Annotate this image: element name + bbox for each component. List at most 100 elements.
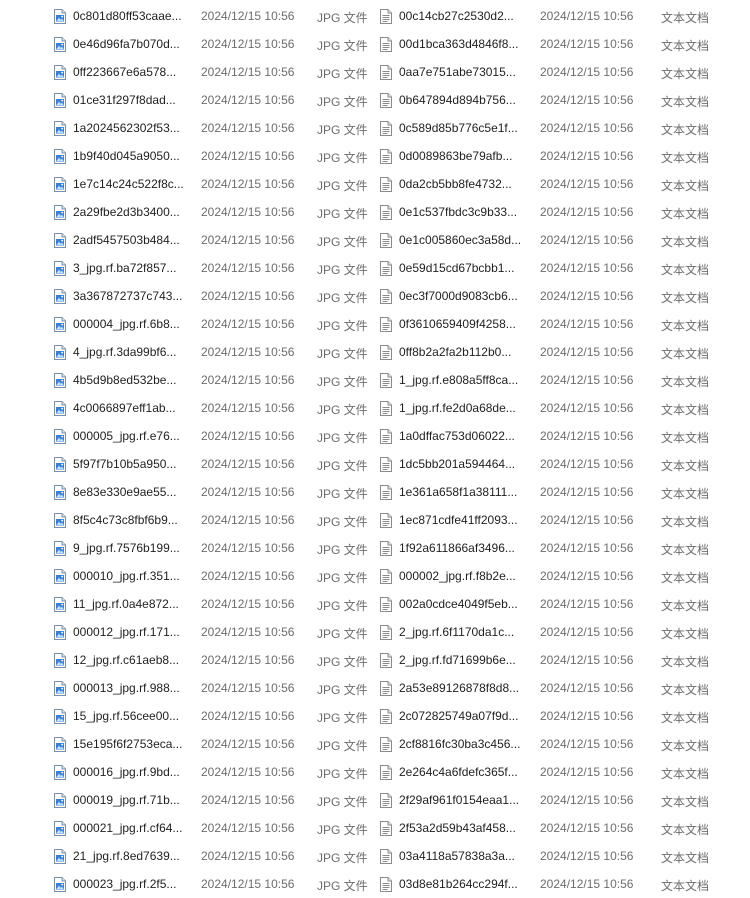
jpg-file-row[interactable]: 4c0066897eff1ab... 2024/12/15 10:56 JPG 文件 — [54, 394, 374, 422]
jpg-file-row[interactable]: 000016_jpg.rf.9bd... 2024/12/15 10:56 JPG … — [54, 758, 374, 786]
text-file-row[interactable]: 0f3610659409f4258... 2024/12/15 10:56 文本文档 — [380, 310, 750, 338]
jpg-file-row[interactable]: 000023_jpg.rf.2f5... 2024/12/15 10:56 JPG … — [54, 870, 374, 898]
file-modified-date: 2024/12/15 10:56 — [201, 765, 295, 779]
text-file-row[interactable]: 00d1bca363d4846f8... 2024/12/15 10:56 文本文档 — [380, 30, 750, 58]
jpg-file-row[interactable]: 000013_jpg.rf.988... 2024/12/15 10:56 JPG … — [54, 674, 374, 702]
jpg-file-row[interactable]: 15_jpg.rf.56cee00... 2024/12/15 10:56 JPG … — [54, 702, 374, 730]
jpg-file-row[interactable]: 21_jpg.rf.8ed7639... 2024/12/15 10:56 JPG … — [54, 842, 374, 870]
file-name: 1a2024562302f53... — [73, 121, 180, 135]
jpg-file-row[interactable]: 8e83e330e9ae55... 2024/12/15 10:56 JPG 文件 — [54, 478, 374, 506]
text-file-row[interactable]: 1f92a611866af3496... 2024/12/15 10:56 文本文档 — [380, 534, 750, 562]
text-document-icon — [380, 289, 392, 304]
text-file-row[interactable]: 0da2cb5bb8fe4732... 2024/12/15 10:56 文本文档 — [380, 170, 750, 198]
text-file-row[interactable]: 1_jpg.rf.fe2d0a68de... 2024/12/15 10:56 文本… — [380, 394, 750, 422]
file-type: 文本文档 — [661, 263, 710, 277]
text-file-row[interactable]: 0ff8b2a2fa2b112b0... 2024/12/15 10:56 文本文档 — [380, 338, 750, 366]
jpg-file-row[interactable]: 000010_jpg.rf.351... 2024/12/15 10:56 JPG … — [54, 562, 374, 590]
text-file-row[interactable]: 000002_jpg.rf.f8b2e... 2024/12/15 10:56 文本… — [380, 562, 750, 590]
file-name: 0e59d15cd67bcbb1... — [399, 261, 515, 275]
file-name: 2a29fbe2d3b3400... — [73, 205, 180, 219]
file-name: 1ec871cdfe41ff2093... — [399, 513, 518, 527]
jpg-file-row[interactable]: 4b5d9b8ed532be... 2024/12/15 10:56 JPG 文件 — [54, 366, 374, 394]
file-type: JPG 文件 — [317, 291, 368, 305]
file-name: 11_jpg.rf.0a4e872... — [73, 597, 179, 611]
jpg-file-row[interactable]: 3_jpg.rf.ba72f857... 2024/12/15 10:56 JPG … — [54, 254, 374, 282]
file-modified-date: 2024/12/15 10:56 — [201, 597, 295, 611]
jpg-file-row[interactable]: 0e46d96fa7b070d... 2024/12/15 10:56 JPG 文件 — [54, 30, 374, 58]
jpg-file-row[interactable]: 12_jpg.rf.c61aeb8... 2024/12/15 10:56 JPG … — [54, 646, 374, 674]
jpg-file-row[interactable]: 000005_jpg.rf.e76... 2024/12/15 10:56 JPG … — [54, 422, 374, 450]
text-document-icon — [380, 737, 392, 752]
text-file-row[interactable]: 1e361a658f1a38111... 2024/12/15 10:56 文本文档 — [380, 478, 750, 506]
jpg-file-row[interactable]: 000012_jpg.rf.171... 2024/12/15 10:56 JPG … — [54, 618, 374, 646]
file-name: 2adf5457503b484... — [73, 233, 180, 247]
jpg-file-row[interactable]: 1a2024562302f53... 2024/12/15 10:56 JPG 文件 — [54, 114, 374, 142]
text-file-row[interactable]: 002a0cdce4049f5eb... 2024/12/15 10:56 文本文档 — [380, 590, 750, 618]
file-name: 0f3610659409f4258... — [399, 317, 516, 331]
jpg-file-row[interactable]: 000021_jpg.rf.cf64... 2024/12/15 10:56 JPG… — [54, 814, 374, 842]
file-type: 文本文档 — [661, 11, 710, 25]
text-file-row[interactable]: 0e1c005860ec3a58d... 2024/12/15 10:56 文本文档 — [380, 226, 750, 254]
jpg-file-row[interactable]: 000004_jpg.rf.6b8... 2024/12/15 10:56 JPG … — [54, 310, 374, 338]
file-modified-date: 2024/12/15 10:56 — [201, 289, 295, 303]
file-modified-date: 2024/12/15 10:56 — [201, 205, 295, 219]
jpg-file-row[interactable]: 3a367872737c743... 2024/12/15 10:56 JPG 文件 — [54, 282, 374, 310]
file-name: 03d8e81b264cc294f... — [399, 877, 518, 891]
file-type: JPG 文件 — [317, 823, 368, 837]
text-file-row[interactable]: 0c589d85b776c5e1f... 2024/12/15 10:56 文本文档 — [380, 114, 750, 142]
jpg-file-row[interactable]: 1e7c14c24c522f8c... 2024/12/15 10:56 JPG 文… — [54, 170, 374, 198]
jpg-file-row[interactable]: 9_jpg.rf.7576b199... 2024/12/15 10:56 JPG … — [54, 534, 374, 562]
jpg-image-icon — [54, 429, 66, 444]
text-file-row[interactable]: 2a53e89126878f8d8... 2024/12/15 10:56 文本文档 — [380, 674, 750, 702]
text-file-row[interactable]: 2_jpg.rf.fd71699b6e... 2024/12/15 10:56 文本… — [380, 646, 750, 674]
jpg-file-row[interactable]: 0c801d80ff53caae... 2024/12/15 10:56 JPG 文… — [54, 2, 374, 30]
text-file-row[interactable]: 1a0dffac753d06022... 2024/12/15 10:56 文本文档 — [380, 422, 750, 450]
text-file-row[interactable]: 2_jpg.rf.6f1170da1c... 2024/12/15 10:56 文本… — [380, 618, 750, 646]
file-modified-date: 2024/12/15 10:56 — [540, 681, 634, 695]
text-file-row[interactable]: 0e59d15cd67bcbb1... 2024/12/15 10:56 文本文档 — [380, 254, 750, 282]
file-modified-date: 2024/12/15 10:56 — [540, 877, 634, 891]
text-file-row[interactable]: 2f29af961f0154eaa1... 2024/12/15 10:56 文本文… — [380, 786, 750, 814]
text-file-row[interactable]: 03d8e81b264cc294f... 2024/12/15 10:56 文本文档 — [380, 870, 750, 898]
text-file-row[interactable]: 0ec3f7000d9083cb6... 2024/12/15 10:56 文本文档 — [380, 282, 750, 310]
file-name: 3_jpg.rf.ba72f857... — [73, 261, 177, 275]
text-file-row[interactable]: 0b647894d894b756... 2024/12/15 10:56 文本文档 — [380, 86, 750, 114]
text-file-row[interactable]: 2e264c4a6fdefc365f... 2024/12/15 10:56 文本文… — [380, 758, 750, 786]
jpg-file-row[interactable]: 4_jpg.rf.3da99bf6... 2024/12/15 10:56 JPG … — [54, 338, 374, 366]
text-file-row[interactable]: 00c14cb27c2530d2... 2024/12/15 10:56 文本文档 — [380, 2, 750, 30]
text-file-row[interactable]: 0aa7e751abe73015... 2024/12/15 10:56 文本文档 — [380, 58, 750, 86]
jpg-file-row[interactable]: 2a29fbe2d3b3400... 2024/12/15 10:56 JPG 文件 — [54, 198, 374, 226]
jpg-file-row[interactable]: 15e195f6f2753eca... 2024/12/15 10:56 JPG 文… — [54, 730, 374, 758]
jpg-file-row[interactable]: 5f97f7b10b5a950... 2024/12/15 10:56 JPG 文件 — [54, 450, 374, 478]
jpg-image-icon — [54, 261, 66, 276]
jpg-file-row[interactable]: 000019_jpg.rf.71b... 2024/12/15 10:56 JPG … — [54, 786, 374, 814]
text-file-row[interactable]: 2f53a2d59b43af458... 2024/12/15 10:56 文本文档 — [380, 814, 750, 842]
file-type: JPG 文件 — [317, 123, 368, 137]
text-file-row[interactable]: 2cf8816fc30ba3c456... 2024/12/15 10:56 文本文… — [380, 730, 750, 758]
text-file-row[interactable]: 03a4118a57838a3a... 2024/12/15 10:56 文本文档 — [380, 842, 750, 870]
jpg-file-row[interactable]: 8f5c4c73c8fbf6b9... 2024/12/15 10:56 JPG 文… — [54, 506, 374, 534]
jpg-file-row[interactable]: 2adf5457503b484... 2024/12/15 10:56 JPG 文件 — [54, 226, 374, 254]
jpg-file-row[interactable]: 01ce31f297f8dad... 2024/12/15 10:56 JPG 文件 — [54, 86, 374, 114]
file-type: 文本文档 — [661, 291, 710, 305]
text-file-row[interactable]: 1ec871cdfe41ff2093... 2024/12/15 10:56 文本文… — [380, 506, 750, 534]
jpg-file-row[interactable]: 0ff223667e6a578... 2024/12/15 10:56 JPG 文件 — [54, 58, 374, 86]
text-document-icon — [380, 569, 392, 584]
file-type: 文本文档 — [661, 711, 710, 725]
file-type: 文本文档 — [661, 431, 710, 445]
text-file-row[interactable]: 0d0089863be79afb... 2024/12/15 10:56 文本文档 — [380, 142, 750, 170]
file-type: 文本文档 — [661, 179, 710, 193]
jpg-file-row[interactable]: 1b9f40d045a9050... 2024/12/15 10:56 JPG 文件 — [54, 142, 374, 170]
jpg-file-row[interactable]: 11_jpg.rf.0a4e872... 2024/12/15 10:56 JPG … — [54, 590, 374, 618]
text-document-icon — [380, 177, 392, 192]
file-modified-date: 2024/12/15 10:56 — [201, 429, 295, 443]
file-name: 21_jpg.rf.8ed7639... — [73, 849, 180, 863]
file-modified-date: 2024/12/15 10:56 — [540, 765, 634, 779]
text-file-row[interactable]: 1dc5bb201a594464... 2024/12/15 10:56 文本文档 — [380, 450, 750, 478]
text-file-row[interactable]: 0e1c537fbdc3c9b33... 2024/12/15 10:56 文本文档 — [380, 198, 750, 226]
file-type: JPG 文件 — [317, 879, 368, 893]
text-document-icon — [380, 625, 392, 640]
file-type: JPG 文件 — [317, 431, 368, 445]
text-file-row[interactable]: 2c072825749a07f9d... 2024/12/15 10:56 文本文档 — [380, 702, 750, 730]
text-file-row[interactable]: 1_jpg.rf.e808a5ff8ca... 2024/12/15 10:56 文… — [380, 366, 750, 394]
